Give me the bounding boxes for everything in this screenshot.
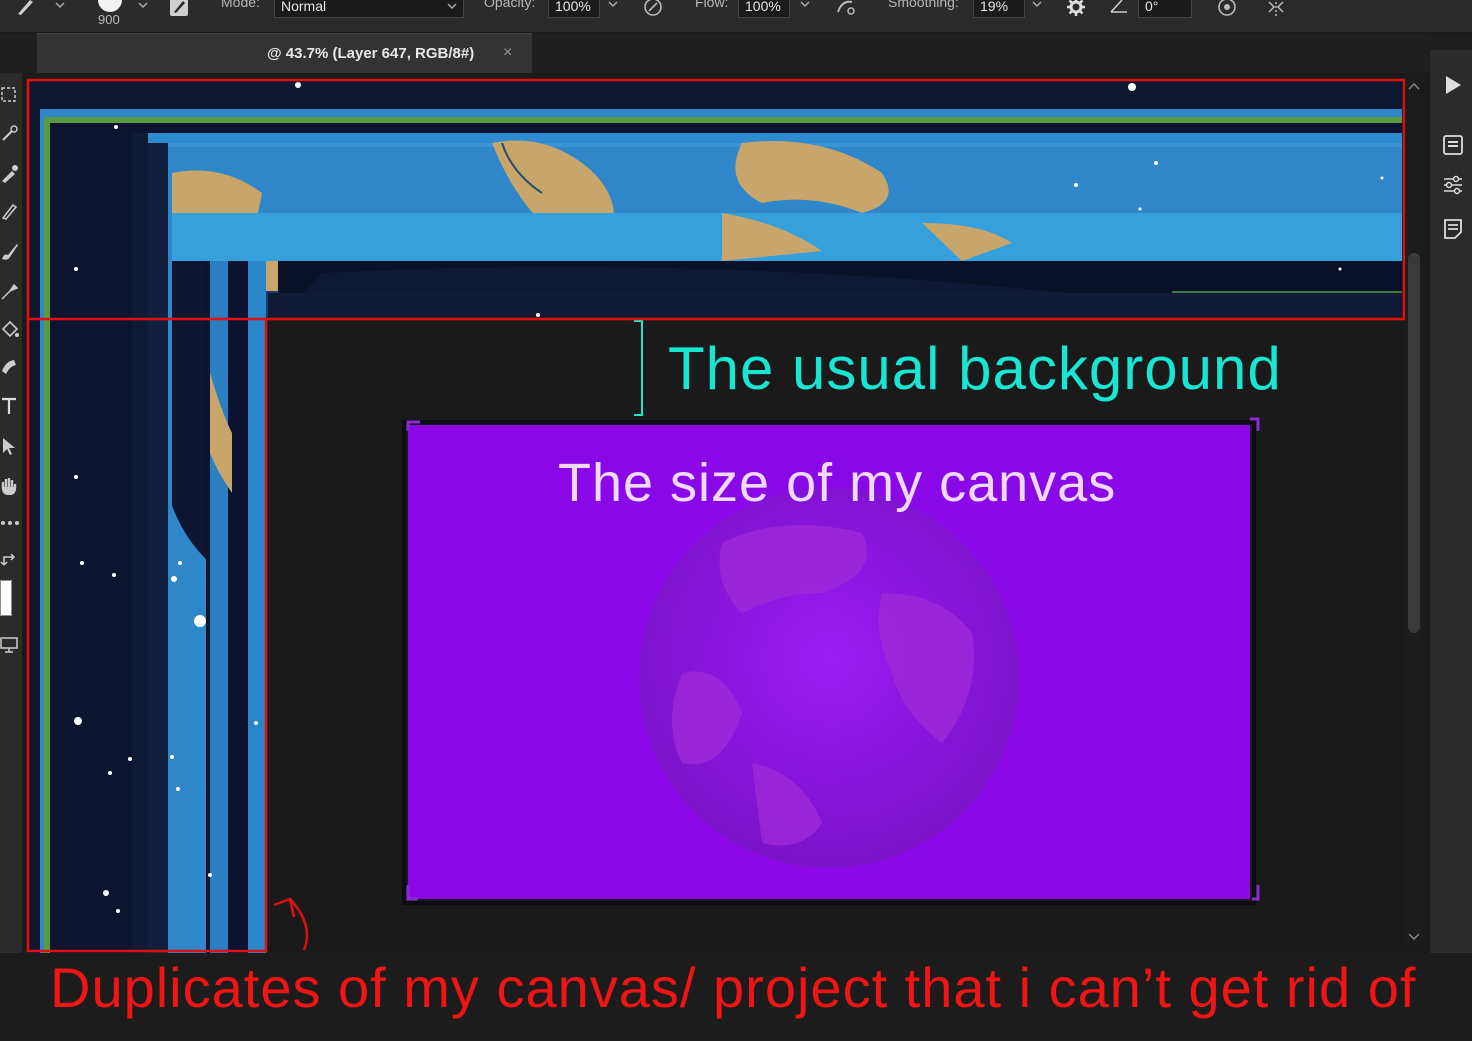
pressure-size-icon[interactable] [1216,0,1238,18]
type-icon[interactable] [0,396,20,416]
smoothing-settings-gear-icon[interactable] [1065,0,1087,18]
brush-size-preview[interactable] [98,0,122,12]
pressure-opacity-icon[interactable] [642,0,664,18]
flow-value: 100% [745,0,781,14]
opacity-value: 100% [555,0,591,14]
document-tab-bar: @ 43.7% (Layer 647, RGB/8#) × [0,33,1430,73]
mode-chevron-icon [447,3,457,10]
swap-colors-icon[interactable] [0,551,20,571]
right-panel-strip [1430,50,1472,955]
flow-label: Flow: [695,0,729,10]
symmetry-icon[interactable] [1265,0,1287,18]
airbrush-icon[interactable] [834,0,856,18]
properties-icon[interactable] [1442,134,1464,156]
notes-icon[interactable] [1442,218,1464,240]
options-bar: 900 Mode: Normal Opacity: 100% Flow: 100… [0,0,1472,33]
vertical-scrollbar[interactable] [1405,73,1423,945]
mode-select-value: Normal [281,0,327,14]
hand-icon[interactable] [0,475,20,495]
brush-size-chevron-icon[interactable] [136,0,150,12]
mode-label: Mode: [221,0,260,10]
brush-icon[interactable] [0,241,20,261]
brush-size-value: 900 [98,12,120,27]
opacity-field[interactable]: 100% [548,0,600,18]
angle-value: 0° [1145,0,1159,14]
angle-field[interactable]: 0° [1138,0,1192,18]
scroll-down-icon[interactable] [1405,929,1423,945]
smudge-icon[interactable] [0,357,20,377]
vertical-scroll-thumb[interactable] [1408,253,1420,633]
eyedropper-icon[interactable] [0,163,20,183]
quick-select-icon[interactable] [0,123,20,143]
document-tab-title: @ 43.7% (Layer 647, RGB/8#) [267,45,475,62]
clone-stamp-icon[interactable] [0,281,20,301]
marquee-icon[interactable] [0,85,20,105]
smoothing-label: Smoothing: [888,0,959,10]
paint-bucket-icon[interactable] [0,320,20,340]
document-tab[interactable]: @ 43.7% (Layer 647, RGB/8#) × [37,33,532,73]
screen-mode-icon[interactable] [0,634,20,654]
left-toolbar [0,73,22,953]
brush-angle-icon[interactable] [1108,0,1130,18]
duplicates-caption: Duplicates of my canvas/ project that i … [50,956,1417,1019]
flow-field[interactable]: 100% [738,0,790,18]
smoothing-field[interactable]: 19% [973,0,1025,18]
foreground-color-icon[interactable] [0,580,12,616]
play-icon[interactable] [1442,74,1464,96]
adjustments-icon[interactable] [1442,174,1464,196]
opacity-label: Opacity: [484,0,536,10]
opacity-chevron-icon[interactable] [606,0,620,11]
brush-preset-icon[interactable] [14,0,36,18]
smoothing-value: 19% [980,0,1009,14]
more-icon[interactable] [0,513,20,533]
brush-settings-icon[interactable] [168,0,190,18]
path-select-icon[interactable] [0,436,20,456]
scroll-up-icon[interactable] [1405,79,1423,95]
canvas-size-label: The size of my canvas [558,453,1117,513]
brush-preset-chevron-icon[interactable] [53,0,67,12]
healing-icon[interactable] [0,201,20,221]
smoothing-chevron-icon[interactable] [1030,0,1044,11]
mode-select[interactable]: Normal [274,0,464,18]
usual-background-label: The usual background [668,335,1282,402]
tab-close-icon[interactable]: × [503,44,512,62]
flow-chevron-icon[interactable] [798,0,812,11]
